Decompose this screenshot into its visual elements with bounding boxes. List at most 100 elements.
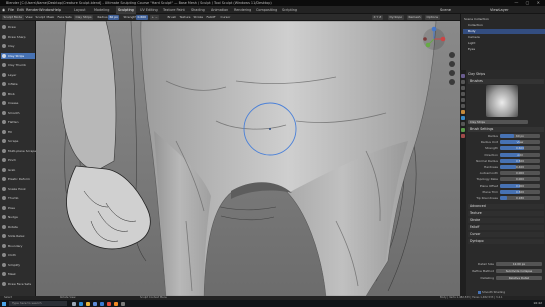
scene-tab-icon[interactable] xyxy=(461,98,465,102)
outliner-row[interactable]: Light xyxy=(463,41,545,46)
zoom-icon[interactable] xyxy=(449,52,455,58)
sculpt-canvas[interactable] xyxy=(36,21,460,296)
strength-field[interactable]: 0.600 xyxy=(136,15,148,20)
workspace-tab-animation[interactable]: Animation xyxy=(211,6,228,14)
smooth-shading-checkbox[interactable]: Smooth Shading xyxy=(478,290,505,294)
store-icon[interactable] xyxy=(93,301,97,306)
workspace-tab-scripting[interactable]: Scripting xyxy=(282,6,297,14)
tool-pose[interactable]: Pose xyxy=(1,205,35,211)
chrome-icon[interactable] xyxy=(107,301,111,306)
outliner-row[interactable]: Body xyxy=(463,29,545,34)
pan-hand-icon[interactable] xyxy=(449,61,455,67)
tool-fill[interactable]: Fill xyxy=(1,129,35,135)
workspace-tab-modeling[interactable]: Modeling xyxy=(94,6,109,14)
tool-clay-strips[interactable]: Clay Strips xyxy=(1,52,35,59)
brush-selector[interactable]: Clay Strips xyxy=(74,15,94,20)
camera-view-icon[interactable] xyxy=(449,70,455,76)
menu-texture[interactable]: Texture xyxy=(178,15,192,20)
tool-cloth[interactable]: Cloth xyxy=(1,252,35,258)
media-icon[interactable] xyxy=(121,301,125,306)
render-tab-icon[interactable] xyxy=(461,80,465,84)
outliner-row[interactable]: Eyes xyxy=(463,47,545,52)
section-dyntopo[interactable]: Dyntopo xyxy=(468,239,544,244)
workspace-tab-sculpting[interactable]: Sculpting xyxy=(116,6,136,14)
dyntopo-menu[interactable]: Dyntopo xyxy=(388,15,404,20)
brush-settings-section-header[interactable]: Brush Settings xyxy=(468,127,544,132)
dyntopo-value[interactable]: 12.00 px xyxy=(496,262,542,266)
perspective-toggle-icon[interactable] xyxy=(449,79,455,85)
menu-falloff[interactable]: Falloff xyxy=(205,15,217,20)
menu-mask[interactable]: Mask xyxy=(45,15,56,20)
tool-layer[interactable]: Layer xyxy=(1,72,35,78)
mode-selector[interactable]: Sculpt Mode xyxy=(2,15,24,20)
section-advanced[interactable]: Advanced xyxy=(468,204,544,209)
view-layer-selector[interactable]: ViewLayer xyxy=(490,6,509,14)
menu-cursor[interactable]: Cursor xyxy=(219,15,232,20)
menu-help[interactable]: Help xyxy=(53,6,61,14)
workspace-tab-compositing[interactable]: Compositing xyxy=(256,6,277,14)
menu-stroke[interactable]: Stroke xyxy=(192,15,205,20)
tool-inflate[interactable]: Inflate xyxy=(1,81,35,87)
field-slider[interactable]: 0.500 xyxy=(500,158,540,163)
field-slider[interactable]: 0.180 xyxy=(500,196,540,200)
options-menu[interactable]: Options xyxy=(425,15,440,20)
3d-viewport[interactable] xyxy=(36,21,460,296)
tool-draw-face-sets[interactable]: Draw Face Sets xyxy=(1,281,35,287)
section-stroke[interactable]: Stroke xyxy=(468,218,544,223)
remesh-menu[interactable]: Remesh xyxy=(407,15,423,20)
tool-smooth[interactable]: Smooth xyxy=(1,110,35,116)
tool-crease[interactable]: Crease xyxy=(1,100,35,106)
menu-edit[interactable]: Edit xyxy=(17,6,24,14)
dyntopo-value[interactable]: Relative Detail xyxy=(496,276,542,280)
tool-elastic-deform[interactable]: Elastic Deform xyxy=(1,176,35,182)
dyntopo-value[interactable]: Subdivide Collapse xyxy=(496,269,542,273)
menu-view[interactable]: View xyxy=(24,15,34,20)
field-slider[interactable]: 0.000 xyxy=(500,183,540,188)
blender-icon[interactable] xyxy=(114,301,118,306)
section-falloff[interactable]: Falloff xyxy=(468,225,544,230)
field-slider[interactable]: 0.500 xyxy=(500,189,540,194)
field-slider[interactable]: View xyxy=(500,140,540,145)
field-slider[interactable]: 0.000 xyxy=(500,171,540,176)
workspace-tab-shading[interactable]: Shading xyxy=(191,6,205,14)
section-texture[interactable]: Texture xyxy=(468,211,544,216)
material-tab-icon[interactable] xyxy=(461,134,465,138)
workspace-tab-uv-editing[interactable]: UV Editing xyxy=(140,6,158,14)
data-tab-icon[interactable] xyxy=(461,128,465,132)
outliner-row[interactable]: Collection xyxy=(463,23,545,28)
outliner-row[interactable]: Camera xyxy=(463,35,545,40)
outliner-row[interactable]: Scene Collection xyxy=(463,17,545,22)
symmetry-toggles[interactable]: X Y Z xyxy=(372,15,383,20)
tool-clay-thumb[interactable]: Clay Thumb xyxy=(1,62,35,68)
scene-selector[interactable]: Scene xyxy=(440,6,451,14)
tool-slide-relax[interactable]: Slide Relax xyxy=(1,233,35,239)
modifier-tab-icon[interactable] xyxy=(461,116,465,120)
radius-field[interactable]: 60 px xyxy=(108,15,120,20)
brush-name-field[interactable]: Clay Strips xyxy=(468,120,528,124)
tool-blob[interactable]: Blob xyxy=(1,91,35,97)
blender-logo-icon[interactable]: ◉ xyxy=(2,6,5,14)
tool-clay[interactable]: Clay xyxy=(1,43,35,49)
tool-flatten[interactable]: Flatten xyxy=(1,119,35,125)
mail-icon[interactable] xyxy=(100,301,104,306)
field-slider[interactable]: 0.600 xyxy=(500,146,540,151)
field-slider[interactable]: 60 px xyxy=(500,134,540,138)
edge-icon[interactable] xyxy=(79,301,83,306)
tool-tab-icon[interactable] xyxy=(461,74,465,78)
tool-mask[interactable]: Mask xyxy=(1,271,35,277)
windows-start-icon[interactable] xyxy=(2,301,6,306)
tool-snake-hook[interactable]: Snake Hook xyxy=(1,186,35,192)
field-slider[interactable]: Add xyxy=(500,152,540,157)
taskbar-clock[interactable]: 16:42 xyxy=(533,300,542,307)
tool-scrape[interactable]: Scrape xyxy=(1,138,35,144)
physics-tab-icon[interactable] xyxy=(461,122,465,126)
workspace-tab-layout[interactable]: Layout xyxy=(74,6,86,14)
menu-face-sets[interactable]: Face Sets xyxy=(56,15,73,20)
tool-grab[interactable]: Grab xyxy=(1,167,35,173)
menu-window[interactable]: Window xyxy=(39,6,53,14)
task-view-icon[interactable] xyxy=(72,301,76,306)
tool-boundary[interactable]: Boundary xyxy=(1,243,35,249)
object-tab-icon[interactable] xyxy=(461,110,465,114)
field-slider[interactable]: 0.400 xyxy=(500,165,540,169)
world-tab-icon[interactable] xyxy=(461,104,465,108)
